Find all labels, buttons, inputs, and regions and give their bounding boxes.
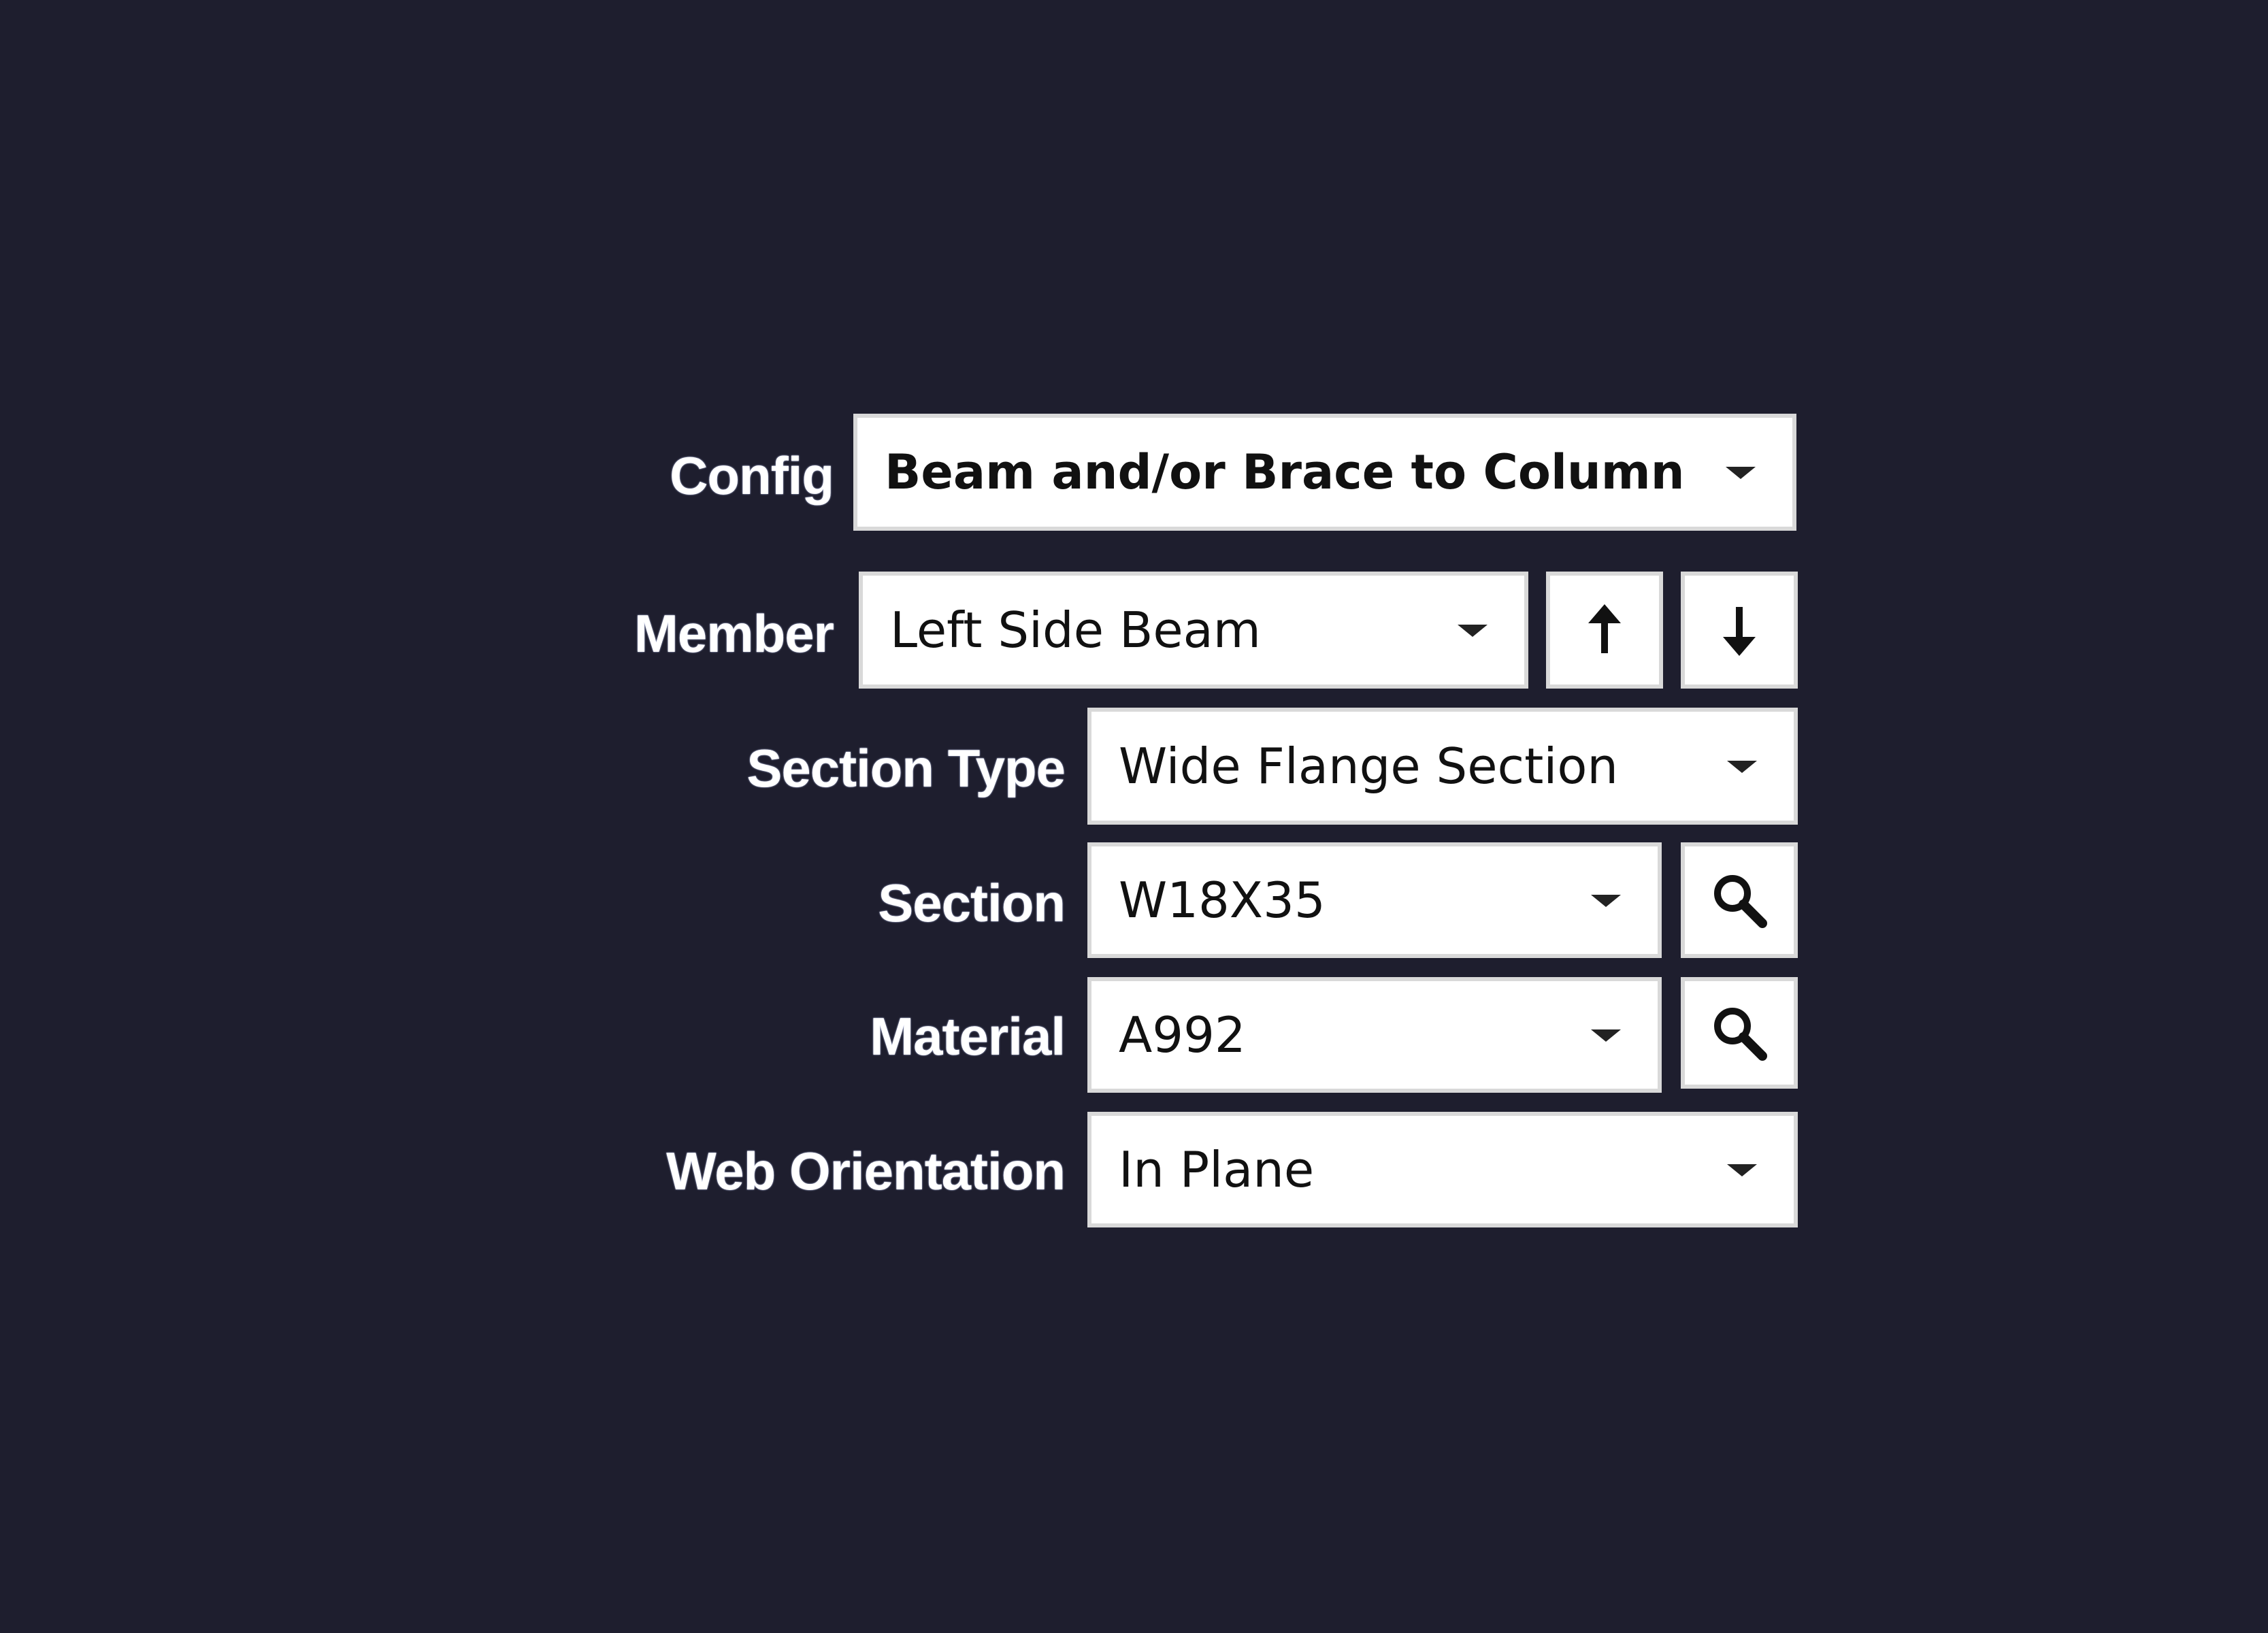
web-orientation-label: Web Orientation: [666, 1141, 1066, 1201]
config-label: Config: [670, 446, 834, 506]
section-type-label: Section Type: [746, 738, 1066, 798]
arrow-down-icon: [1723, 607, 1756, 656]
material-dropdown-value: A992: [1119, 1006, 1246, 1063]
config-dropdown[interactable]: Beam and/or Brace to Column: [853, 414, 1796, 531]
section-dropdown-value: W18X35: [1119, 872, 1326, 929]
move-member-up-button[interactable]: [1546, 572, 1663, 689]
chevron-down-icon: [1591, 1029, 1621, 1042]
section-type-dropdown-value: Wide Flange Section: [1119, 738, 1619, 795]
material-dropdown[interactable]: A992: [1087, 977, 1662, 1093]
section-type-dropdown[interactable]: Wide Flange Section: [1087, 708, 1798, 825]
section-label: Section: [878, 873, 1066, 933]
chevron-down-icon: [1727, 761, 1757, 773]
material-search-button[interactable]: [1681, 977, 1798, 1089]
member-label: Member: [634, 604, 834, 663]
config-dropdown-value: Beam and/or Brace to Column: [885, 444, 1685, 500]
chevron-down-icon: [1727, 1164, 1757, 1176]
search-icon: [1714, 1008, 1767, 1061]
chevron-down-icon: [1726, 467, 1756, 479]
material-label: Material: [870, 1006, 1066, 1066]
section-search-button[interactable]: [1681, 842, 1798, 958]
chevron-down-icon: [1591, 895, 1621, 907]
chevron-down-icon: [1458, 625, 1488, 637]
search-icon: [1714, 875, 1767, 928]
arrow-up-icon: [1588, 604, 1621, 653]
web-orientation-dropdown-value: In Plane: [1119, 1141, 1315, 1198]
web-orientation-dropdown[interactable]: In Plane: [1087, 1112, 1798, 1227]
member-dropdown[interactable]: Left Side Beam: [859, 572, 1528, 689]
member-dropdown-value: Left Side Beam: [890, 601, 1261, 659]
section-dropdown[interactable]: W18X35: [1087, 842, 1662, 958]
move-member-down-button[interactable]: [1681, 572, 1798, 689]
